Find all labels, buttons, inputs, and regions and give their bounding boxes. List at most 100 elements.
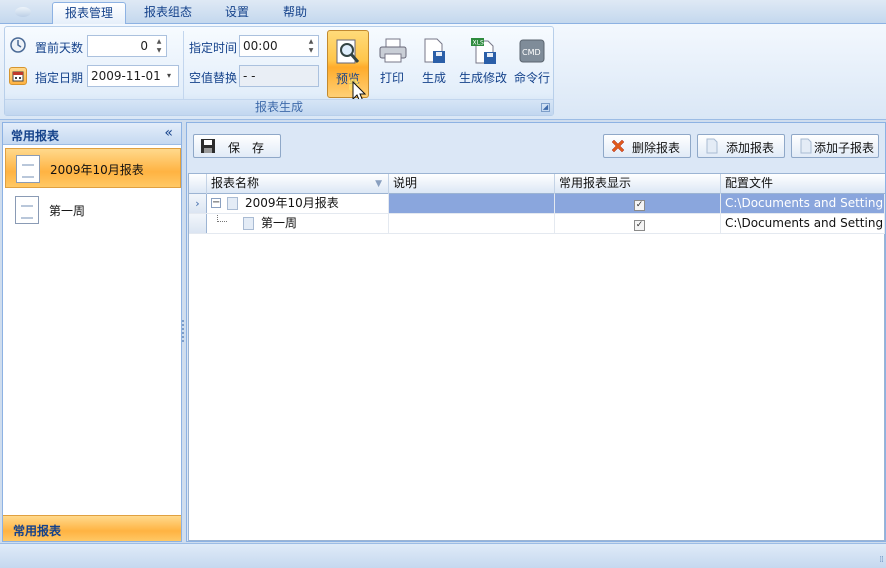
- generate-button[interactable]: 生成: [413, 30, 455, 98]
- table-row[interactable]: 第一周 ✓ C:\Documents and Setting...: [189, 214, 885, 234]
- grid-header: 报表名称 ▼ 说明 常用报表显示 配置文件: [189, 174, 885, 194]
- cmd-button[interactable]: CMD 命令行: [511, 30, 553, 98]
- report-list-panel: 保 存 删除报表 添加报表 添加子报表 报表名称 ▼ 说明 常用报表显示 配置文…: [186, 122, 886, 542]
- spin-arrows-icon[interactable]: ▲ ▼: [154, 37, 164, 55]
- generate-label: 生成: [421, 71, 446, 85]
- row-name: 第一周: [261, 216, 298, 230]
- list-item[interactable]: 2009年10月报表: [5, 148, 181, 188]
- time-spinner[interactable]: 00:00 ▲ ▼: [239, 35, 319, 57]
- document-icon: [16, 155, 40, 183]
- column-header-show[interactable]: 常用报表显示: [555, 174, 721, 194]
- svg-text:CMD: CMD: [522, 48, 541, 57]
- delete-report-button[interactable]: 删除报表: [603, 134, 691, 158]
- days-before-spinner[interactable]: 0 ▲ ▼: [87, 35, 167, 57]
- tab-settings[interactable]: 设置: [212, 2, 262, 24]
- desc-cell[interactable]: [389, 194, 555, 213]
- printer-icon: [378, 37, 407, 65]
- row-indicator: [189, 214, 207, 233]
- report-grid: 报表名称 ▼ 说明 常用报表显示 配置文件 › − 2009年10月报表 ✓ C…: [188, 173, 885, 541]
- ribbon-panel: 置前天数 0 ▲ ▼ 指定日期 2009-11-01 ▾ 指定时间 00:00 ▲…: [0, 24, 886, 120]
- generate-doc-icon: [420, 37, 448, 65]
- null-replace-field[interactable]: - -: [239, 65, 319, 87]
- floppy-icon: [200, 138, 216, 154]
- cmd-label: 命令行: [513, 71, 550, 85]
- favorites-footer-tab[interactable]: 常用报表: [3, 515, 181, 541]
- print-button[interactable]: 打印: [371, 30, 413, 98]
- app-menu-button[interactable]: [8, 3, 38, 21]
- config-cell[interactable]: C:\Documents and Setting...: [721, 214, 885, 233]
- days-before-value: 0: [140, 39, 148, 53]
- null-replace-value: - -: [243, 69, 256, 83]
- clock-icon: [9, 36, 27, 54]
- column-header-config[interactable]: 配置文件: [721, 174, 885, 194]
- document-icon: [15, 196, 39, 224]
- print-label: 打印: [379, 71, 404, 85]
- save-button[interactable]: 保 存: [193, 134, 281, 158]
- date-value: 2009-11-01: [91, 69, 161, 83]
- column-header-name[interactable]: 报表名称 ▼: [207, 174, 389, 194]
- document-icon: [227, 197, 238, 210]
- status-bar: ⁞⁞: [0, 543, 886, 568]
- app-orb-icon: [15, 7, 31, 17]
- row-indicator-icon: ›: [189, 194, 207, 213]
- ribbon-tab-bar: 报表管理 报表组态 设置 帮助: [0, 0, 886, 25]
- show-cell[interactable]: ✓: [555, 214, 721, 233]
- cmd-icon: CMD: [518, 37, 546, 65]
- favorites-footer-label: 常用报表: [13, 524, 62, 538]
- generate-edit-label: 生成修改: [458, 71, 507, 85]
- calendar-icon[interactable]: [9, 67, 27, 85]
- checkbox-checked-icon[interactable]: ✓: [634, 220, 645, 231]
- desc-cell[interactable]: [389, 214, 555, 233]
- date-picker[interactable]: 2009-11-01 ▾: [87, 65, 179, 87]
- name-cell[interactable]: − 2009年10月报表: [207, 194, 389, 213]
- add-child-report-button[interactable]: 添加子报表: [791, 134, 879, 158]
- null-replace-label: 空值替换: [189, 71, 238, 85]
- favorites-title: 常用报表: [11, 129, 60, 143]
- generate-edit-button[interactable]: XLS 生成修改: [457, 30, 509, 98]
- tab-help[interactable]: 帮助: [270, 2, 320, 24]
- add-child-report-label: 添加子报表: [814, 141, 875, 155]
- save-label: 保 存: [228, 141, 265, 155]
- add-report-button[interactable]: 添加报表: [697, 134, 785, 158]
- spin-arrows-icon[interactable]: ▲ ▼: [306, 37, 316, 55]
- tab-report-config[interactable]: 报表组态: [132, 2, 204, 24]
- list-item[interactable]: 第一周: [5, 190, 181, 230]
- config-cell[interactable]: C:\Documents and Setting...: [721, 194, 885, 213]
- column-header-name-label: 报表名称: [211, 176, 260, 190]
- time-value: 00:00: [243, 39, 278, 53]
- add-child-doc-icon: [798, 138, 814, 154]
- report-generate-group: 置前天数 0 ▲ ▼ 指定日期 2009-11-01 ▾ 指定时间 00:00 ▲…: [4, 26, 554, 116]
- list-item-label: 2009年10月报表: [50, 163, 144, 177]
- list-item-label: 第一周: [49, 204, 86, 218]
- delete-report-label: 删除报表: [632, 141, 681, 155]
- column-header-desc[interactable]: 说明: [389, 174, 555, 194]
- svg-text:XLS: XLS: [473, 40, 484, 47]
- table-row[interactable]: › − 2009年10月报表 ✓ C:\Documents and Settin…: [189, 194, 885, 214]
- show-cell[interactable]: ✓: [555, 194, 721, 213]
- group-caption: 报表生成: [5, 99, 553, 115]
- red-x-icon: [610, 138, 626, 154]
- chevron-down-icon[interactable]: ▾: [167, 71, 175, 81]
- collapse-icon[interactable]: «: [164, 125, 173, 141]
- time-label: 指定时间: [189, 41, 238, 55]
- add-report-label: 添加报表: [726, 141, 775, 155]
- date-label: 指定日期: [35, 71, 84, 85]
- add-doc-icon: [704, 138, 720, 154]
- checkbox-checked-icon[interactable]: ✓: [634, 200, 645, 211]
- group-divider: [183, 31, 184, 99]
- magnifier-icon: [334, 38, 362, 66]
- days-before-label: 置前天数: [35, 41, 84, 55]
- name-cell[interactable]: 第一周: [207, 214, 389, 233]
- resize-grip-icon[interactable]: ⁞⁞: [879, 555, 884, 565]
- grid-corner: [189, 174, 207, 194]
- tree-connector: [217, 214, 227, 222]
- favorites-header: 常用报表 «: [3, 123, 181, 145]
- document-icon: [243, 217, 254, 230]
- favorites-panel: 常用报表 « 2009年10月报表 第一周 常用报表: [2, 122, 182, 542]
- tab-report-management[interactable]: 报表管理: [52, 2, 126, 25]
- collapse-tree-icon[interactable]: −: [211, 198, 221, 208]
- sort-arrow-icon: ▼: [375, 179, 382, 189]
- group-launcher-icon[interactable]: ◢: [541, 103, 550, 112]
- generate-edit-icon: XLS: [469, 37, 497, 65]
- row-name: 2009年10月报表: [245, 196, 339, 210]
